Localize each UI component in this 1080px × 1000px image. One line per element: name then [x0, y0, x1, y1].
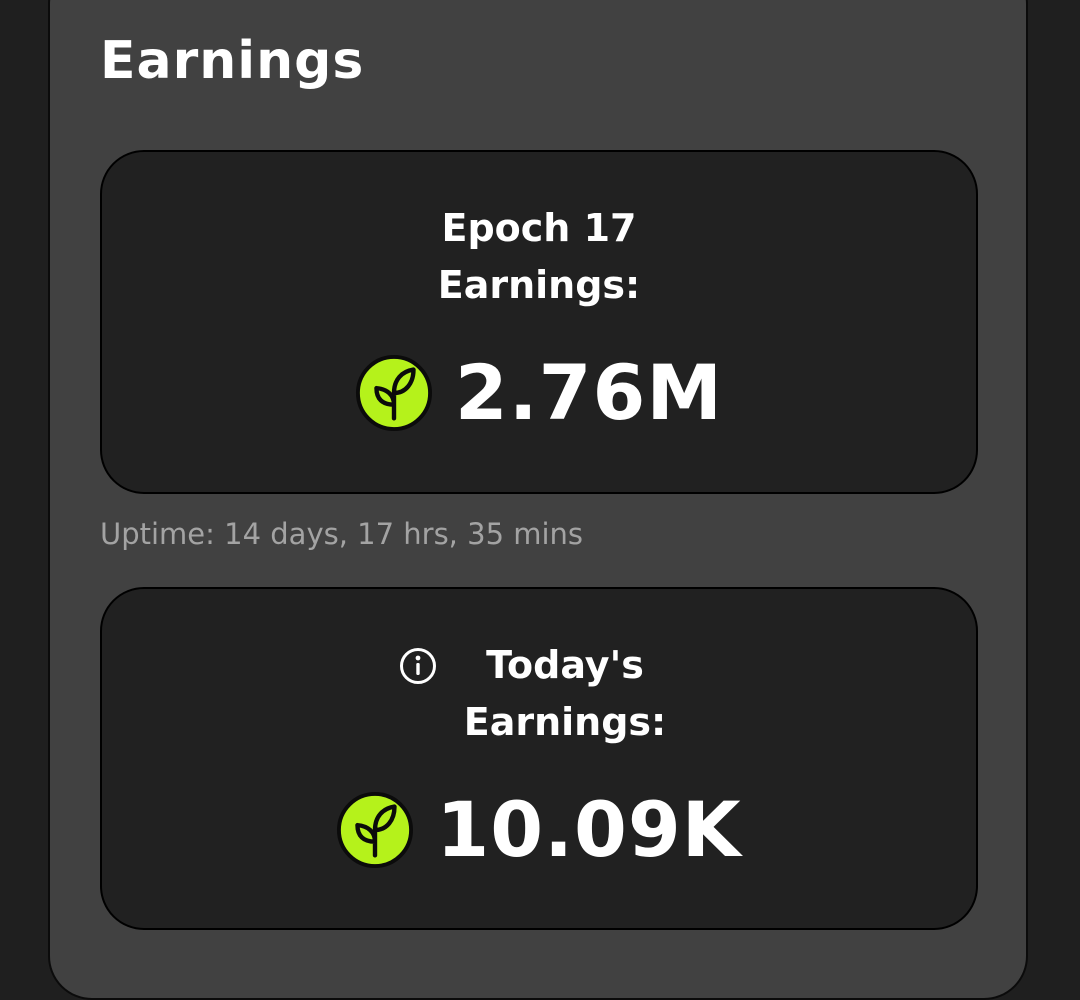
epoch-label-line2: Earnings:	[437, 263, 641, 307]
epoch-earnings-amount: 2.76M	[454, 348, 724, 437]
today-earnings-amount: 10.09K	[436, 785, 742, 874]
epoch-earnings-card: Epoch 17 Earnings: 2.76M	[100, 150, 978, 494]
uptime-text: Uptime: 14 days, 17 hrs, 35 mins	[100, 517, 584, 551]
epoch-label-line1: Epoch 17	[441, 206, 637, 250]
today-amount-row: 10.09K	[102, 785, 976, 875]
section-title: Earnings	[100, 31, 365, 91]
today-label-line1: Today's	[486, 643, 644, 687]
today-earnings-card: Today's Earnings: 10.09K	[100, 587, 978, 930]
today-label-line2: Earnings:	[463, 700, 667, 744]
leaf-coin-icon	[337, 791, 414, 869]
today-earnings-label: Today's Earnings:	[102, 637, 976, 751]
epoch-earnings-label: Epoch 17 Earnings:	[102, 200, 976, 314]
leaf-coin-icon	[355, 354, 432, 432]
epoch-amount-row: 2.76M	[102, 348, 976, 438]
